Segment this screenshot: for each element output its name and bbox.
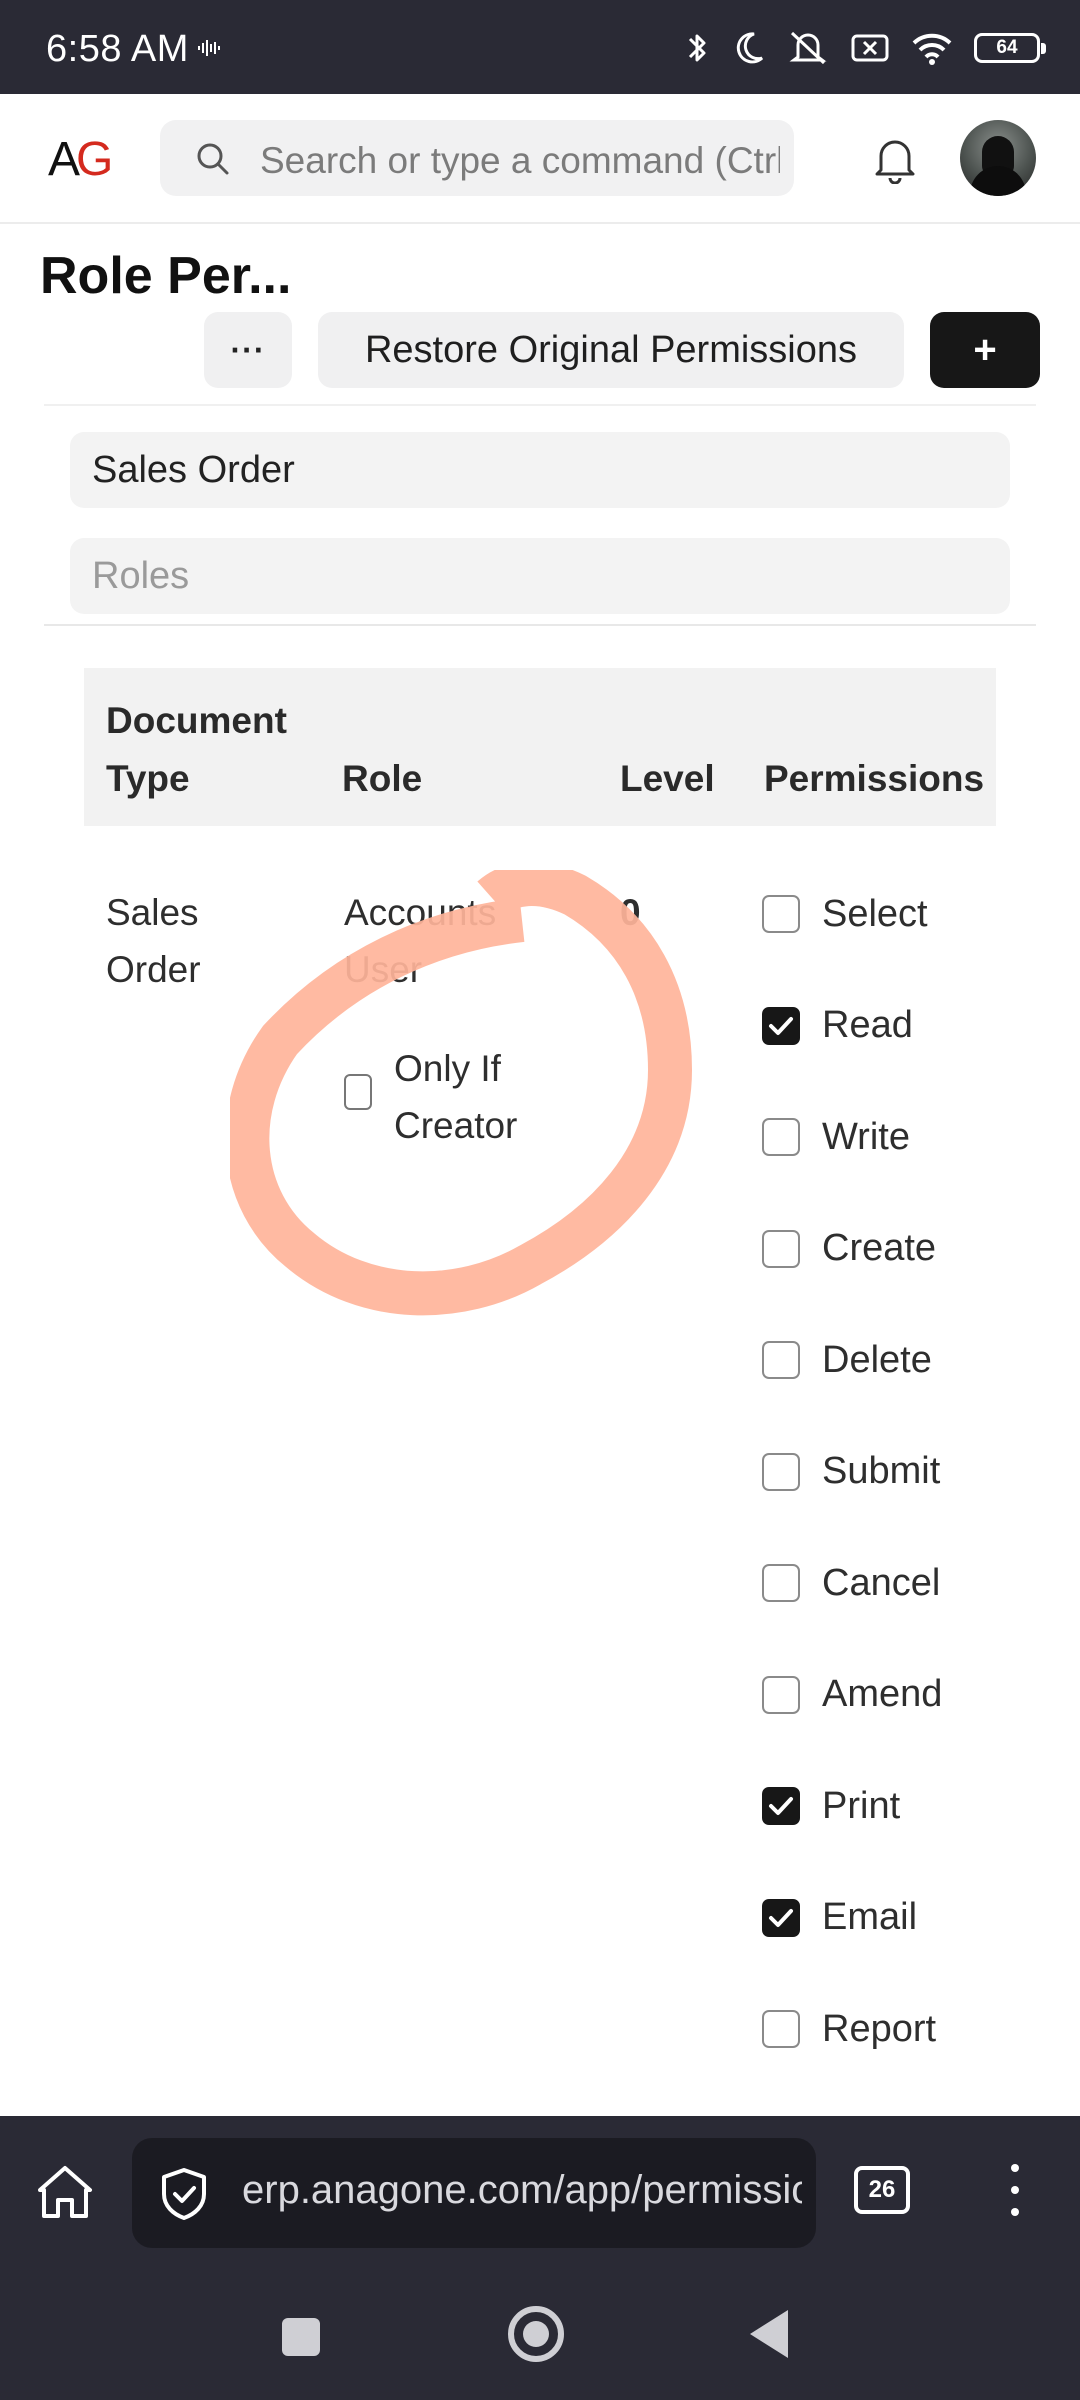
permission-amend[interactable]: Amend: [762, 1665, 942, 1725]
permission-select[interactable]: Select: [762, 884, 928, 944]
status-icons: 64: [686, 26, 1046, 70]
permission-checkbox[interactable]: [762, 1675, 800, 1714]
search-bar[interactable]: Search or type a command (Ctrl + G): [160, 120, 794, 196]
permission-checkbox[interactable]: [762, 2010, 800, 2048]
more-button[interactable]: ···: [204, 312, 292, 388]
x-box-icon: [851, 34, 889, 62]
home-button[interactable]: [508, 2306, 564, 2362]
row-role: Accounts User: [344, 892, 497, 990]
table-header: Document Type Role Level Permissions: [84, 668, 996, 826]
row-level: 0: [620, 892, 641, 933]
permission-submit[interactable]: Submit: [762, 1442, 940, 1502]
column-header-role: Role: [342, 758, 423, 799]
url-text[interactable]: erp.anagone.com/app/permission-manager: [242, 2168, 802, 2213]
document-type-field[interactable]: Sales Order: [70, 432, 1010, 508]
browser-toolbar: erp.anagone.com/app/permission-manager 2…: [0, 2116, 1080, 2276]
permission-checkbox[interactable]: [762, 1006, 800, 1045]
permission-label: Delete: [822, 1338, 932, 1381]
only-if-creator-label: Only If Creator: [394, 1048, 518, 1146]
search-icon: [197, 143, 229, 175]
permission-checkbox[interactable]: [762, 1898, 800, 1937]
permission-label: Report: [822, 2007, 937, 2050]
permission-checkbox[interactable]: [762, 1118, 800, 1156]
permission-label: Print: [822, 1784, 901, 1827]
permission-cancel[interactable]: Cancel: [762, 1553, 940, 1613]
column-header-level: Level: [620, 758, 715, 799]
permission-checkbox[interactable]: [762, 1452, 800, 1491]
only-if-creator-checkbox[interactable]: [344, 1074, 372, 1110]
column-header-document-type: Document Type: [106, 700, 287, 799]
permission-email[interactable]: Email: [762, 1888, 917, 1948]
permission-label: Email: [822, 1896, 918, 1938]
permission-label: Write: [822, 1115, 910, 1158]
wave-icon: [198, 40, 220, 56]
battery-icon: 64: [974, 33, 1046, 63]
add-button[interactable]: +: [930, 312, 1040, 388]
wifi-icon: [912, 33, 952, 65]
url-bar[interactable]: erp.anagone.com/app/permission-manager: [132, 2138, 816, 2248]
page-title: Role Per...: [40, 247, 292, 305]
restore-original-permissions-button[interactable]: Restore Original Permissions: [318, 312, 904, 388]
home-icon[interactable]: [34, 2162, 96, 2222]
roles-field[interactable]: Roles: [70, 538, 1010, 614]
mute-icon: [789, 31, 827, 65]
permission-label: Read: [822, 1004, 913, 1046]
permission-checkbox[interactable]: [762, 1229, 800, 1268]
permission-report[interactable]: Report: [762, 1999, 936, 2059]
status-bar: 6:58 AM 64: [0, 0, 1080, 94]
column-header-permissions: Permissions: [764, 758, 985, 799]
permission-print[interactable]: Print: [762, 1776, 900, 1836]
permission-label: Amend: [822, 1673, 943, 1715]
avatar[interactable]: [960, 120, 1036, 196]
search-input[interactable]: Search or type a command (Ctrl + G): [260, 140, 780, 182]
moon-icon: [736, 32, 764, 64]
filters-section: Sales Order Roles: [44, 404, 1036, 626]
menu-icon[interactable]: [1000, 2164, 1030, 2224]
app-logo[interactable]: AG: [48, 132, 113, 187]
permission-checkbox[interactable]: [762, 895, 800, 933]
back-button[interactable]: [750, 2310, 788, 2358]
permission-read[interactable]: Read: [762, 996, 913, 1056]
only-if-creator-option[interactable]: Only If Creator: [344, 1040, 554, 1154]
recents-button[interactable]: [282, 2318, 320, 2356]
permission-create[interactable]: Create: [762, 1219, 936, 1279]
app-header: AG Search or type a command (Ctrl + G): [0, 94, 1080, 224]
tabs-count-button[interactable]: 26: [854, 2166, 910, 2214]
permission-write[interactable]: Write: [762, 1107, 910, 1167]
permission-delete[interactable]: Delete: [762, 1330, 932, 1390]
permission-label: Cancel: [822, 1561, 941, 1604]
permission-checkbox[interactable]: [762, 1341, 800, 1379]
system-nav-bar: [0, 2276, 1080, 2400]
row-document-type: Sales Order: [106, 892, 201, 990]
shield-icon[interactable]: [158, 2166, 210, 2222]
bluetooth-icon: [688, 34, 706, 62]
permission-label: Create: [822, 1227, 937, 1269]
permission-checkbox[interactable]: [762, 1787, 800, 1825]
permission-label: Select: [822, 892, 928, 935]
bell-icon[interactable]: [872, 134, 918, 184]
status-time: 6:58 AM: [46, 28, 189, 70]
permission-checkbox[interactable]: [762, 1564, 800, 1602]
permission-label: Submit: [822, 1450, 941, 1492]
